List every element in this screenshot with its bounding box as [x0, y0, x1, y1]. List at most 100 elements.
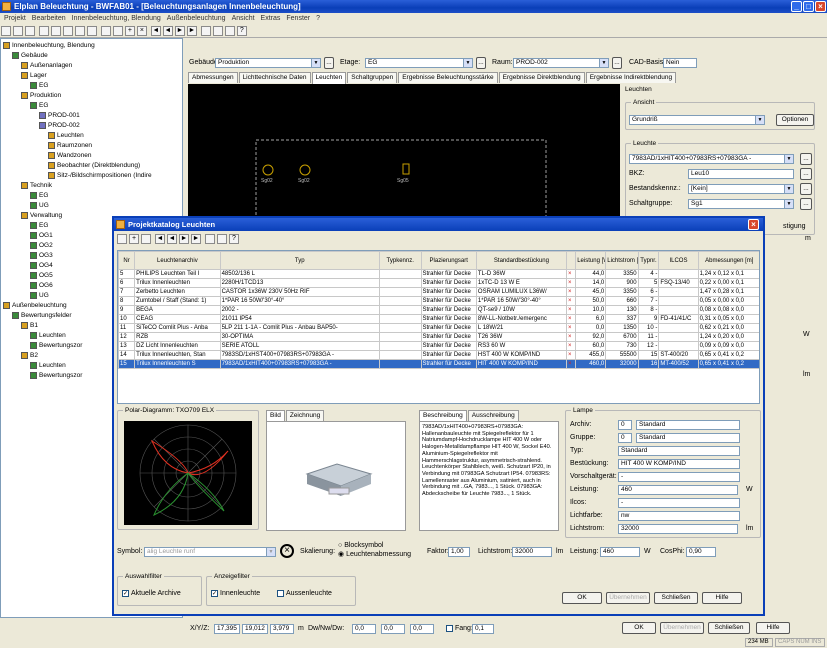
- delete-mark-icon[interactable]: ×: [568, 280, 572, 286]
- bestand-more-button[interactable]: ...: [800, 183, 812, 195]
- table-row[interactable]: 14 Trilux Innenleuchten, Stan 7983SD/1xHST…: [118, 350, 759, 360]
- maximize-button[interactable]: □: [803, 1, 814, 12]
- minimize-button[interactable]: _: [791, 1, 802, 12]
- first-record-icon[interactable]: ◄: [150, 26, 161, 36]
- tree-item[interactable]: Leuchten: [1, 131, 182, 141]
- dialog-close-button[interactable]: ×: [748, 219, 759, 230]
- leuchten-table[interactable]: Nr Leuchtenarchiv Typ Typkennz. Plazierungsa…: [118, 251, 759, 369]
- tree-item[interactable]: Gebäude: [1, 51, 182, 61]
- dialog-calc-icon[interactable]: [216, 234, 227, 244]
- menu-item-2[interactable]: Innenbeleuchtung, Blendung: [72, 15, 161, 22]
- dialog-help-icon[interactable]: ?: [228, 234, 239, 244]
- add-icon[interactable]: +: [124, 26, 135, 36]
- dialog-uebernehmen-button[interactable]: Übernehmen: [606, 592, 650, 604]
- redo-icon[interactable]: [112, 26, 123, 36]
- bkz-field[interactable]: Leu10: [688, 169, 794, 179]
- innenleuchte-checkbox[interactable]: ✓ Innenleuchte: [211, 589, 260, 599]
- delete-mark-icon[interactable]: ×: [568, 307, 572, 313]
- delete-mark-icon[interactable]: ×: [568, 271, 572, 277]
- tab-6[interactable]: Ergebnisse Indirektblendung: [585, 72, 677, 83]
- open-icon[interactable]: [13, 26, 23, 36]
- tab-2[interactable]: Leuchten: [311, 72, 347, 84]
- tab-4[interactable]: Ergebnisse Beleuchtungsstärke: [398, 72, 498, 83]
- column-header[interactable]: Leuchtenarchiv: [134, 251, 221, 270]
- calc-icon[interactable]: [200, 26, 211, 36]
- leuchte-select[interactable]: 7983AD/1xHIT400+07983RS+07983GA - ▼: [629, 154, 794, 164]
- gebaeude-more-button[interactable]: ...: [324, 57, 334, 69]
- prev-record-icon[interactable]: ◄: [162, 26, 173, 36]
- save-icon[interactable]: [25, 26, 35, 36]
- lampe-vorsch-field[interactable]: -: [618, 472, 740, 482]
- menu-item-7[interactable]: ?: [316, 15, 320, 22]
- leuchtenabmessung-radio[interactable]: ◉ Leuchtenabmessung: [338, 550, 411, 560]
- fang-checkbox[interactable]: Fang:: [446, 624, 473, 634]
- table-row[interactable]: 12 RZB 30-OPTIMA Strahler für Decke T26 36W ×…: [118, 332, 759, 342]
- column-header[interactable]: Typnr.: [637, 251, 660, 270]
- next-record-icon[interactable]: ►: [174, 26, 185, 36]
- beschr-tab-1[interactable]: Ausschreibung: [467, 410, 519, 421]
- ansicht-select[interactable]: Grundriß ▼: [629, 115, 765, 125]
- table-row[interactable]: 8 Zumtobel / Staff (Stand: 1) 1*PAR 16 50W…: [118, 296, 759, 306]
- tree-item[interactable]: Außenanlagen: [1, 61, 182, 71]
- cad-basis-field[interactable]: Nein: [663, 58, 697, 68]
- dialog-first-icon[interactable]: ◄: [154, 234, 165, 244]
- raum-more-button[interactable]: ...: [612, 57, 622, 69]
- schaltgruppe-select[interactable]: Sg1 ▼: [688, 199, 794, 209]
- etage-more-button[interactable]: ...: [476, 57, 486, 69]
- zoom-in-icon[interactable]: [62, 26, 73, 36]
- lampe-gruppe-field[interactable]: Standard: [636, 433, 740, 443]
- dlg-lichtstrom-field[interactable]: 32000: [512, 547, 552, 557]
- delete-mark-icon[interactable]: ×: [568, 316, 572, 322]
- schaltgruppe-more-button[interactable]: ...: [800, 198, 812, 210]
- d2-field[interactable]: 0,0: [381, 624, 405, 634]
- table-row[interactable]: 7 Zerbetto Leuchten CASTOR 1x36W 230V 50Hz…: [118, 287, 759, 297]
- close-button[interactable]: ×: [815, 1, 826, 12]
- delete-mark-icon[interactable]: ×: [568, 298, 572, 304]
- column-header[interactable]: Abmessungen [m]: [697, 251, 759, 270]
- column-header[interactable]: Typ: [219, 251, 380, 270]
- leuchte-more-button[interactable]: ...: [800, 153, 812, 165]
- tree-item[interactable]: Beobachter (Direktblendung): [1, 161, 182, 171]
- lampe-gruppe-nr[interactable]: 0: [618, 433, 632, 443]
- bottom-uebernehmen-button[interactable]: Übernehmen: [660, 622, 704, 634]
- cosphi-field[interactable]: 0,90: [686, 547, 716, 557]
- lampe-typ-field[interactable]: Standard: [618, 446, 740, 456]
- dialog-prev-icon[interactable]: ◄: [166, 234, 177, 244]
- dialog-next-icon[interactable]: ►: [178, 234, 189, 244]
- table-row[interactable]: 15 Trilux Innenleuchten S 7983AD/1xHIT400+…: [118, 359, 759, 369]
- bottom-schliessen-button[interactable]: Schließen: [708, 622, 750, 634]
- fang-field[interactable]: 0,1: [472, 624, 494, 634]
- last-record-icon[interactable]: ►: [186, 26, 197, 36]
- delete-mark-icon[interactable]: ×: [568, 343, 572, 349]
- tree-item[interactable]: PROD-001: [1, 111, 182, 121]
- menu-item-4[interactable]: Ansicht: [232, 15, 255, 22]
- bestand-select[interactable]: [Kein] ▼: [688, 184, 794, 194]
- etage-select[interactable]: EG ▼: [365, 58, 473, 68]
- tree-item[interactable]: EG: [1, 81, 182, 91]
- dialog-hilfe-button[interactable]: Hilfe: [702, 592, 742, 604]
- z-field[interactable]: 3,979: [270, 624, 294, 634]
- lampe-best-field[interactable]: HIT 400 W KOMP/IND: [618, 459, 740, 469]
- bkz-more-button[interactable]: ...: [800, 168, 812, 180]
- dialog-save-icon[interactable]: [117, 234, 127, 244]
- table-row[interactable]: 5 PHILIPS Leuchten Teil I 48502/136 L Strah…: [118, 269, 759, 279]
- table-row[interactable]: 13 DZ Licht Innenleuchten SERIE ATOLL Strah…: [118, 341, 759, 351]
- tab-3[interactable]: Schaltgruppen: [347, 72, 398, 83]
- lampe-lichtfarbe-field[interactable]: nw: [618, 511, 740, 521]
- tree-item[interactable]: Innenbeleuchtung, Blendung: [1, 41, 182, 51]
- tree-item[interactable]: Lager: [1, 71, 182, 81]
- aktuelle-archive-checkbox[interactable]: ✓ Aktuelle Archive: [122, 589, 181, 599]
- preview-icon[interactable]: [50, 26, 61, 36]
- column-header[interactable]: Standardbestückung: [475, 251, 567, 270]
- tree-item[interactable]: Sitz-/Bildschirmpositionen (Indire: [1, 171, 182, 181]
- dialog-grid-icon[interactable]: [204, 234, 215, 244]
- aussenleuchte-checkbox[interactable]: Aussenleuchte: [277, 589, 332, 599]
- table-row[interactable]: 6 Trilux Innenleuchten 2280H/1TCD13 Strahle…: [118, 278, 759, 288]
- beschreibung-text[interactable]: 7983AD/1xHIT400+07983RS+07983GA: Hallena…: [419, 421, 559, 531]
- column-header[interactable]: Nr: [118, 251, 136, 270]
- x-field[interactable]: 17,395: [214, 624, 240, 634]
- tree-item[interactable]: UG: [1, 201, 182, 211]
- delete-mark-icon[interactable]: ×: [568, 325, 572, 331]
- zoom-out-icon[interactable]: [74, 26, 85, 36]
- delete-mark-icon[interactable]: ×: [568, 352, 572, 358]
